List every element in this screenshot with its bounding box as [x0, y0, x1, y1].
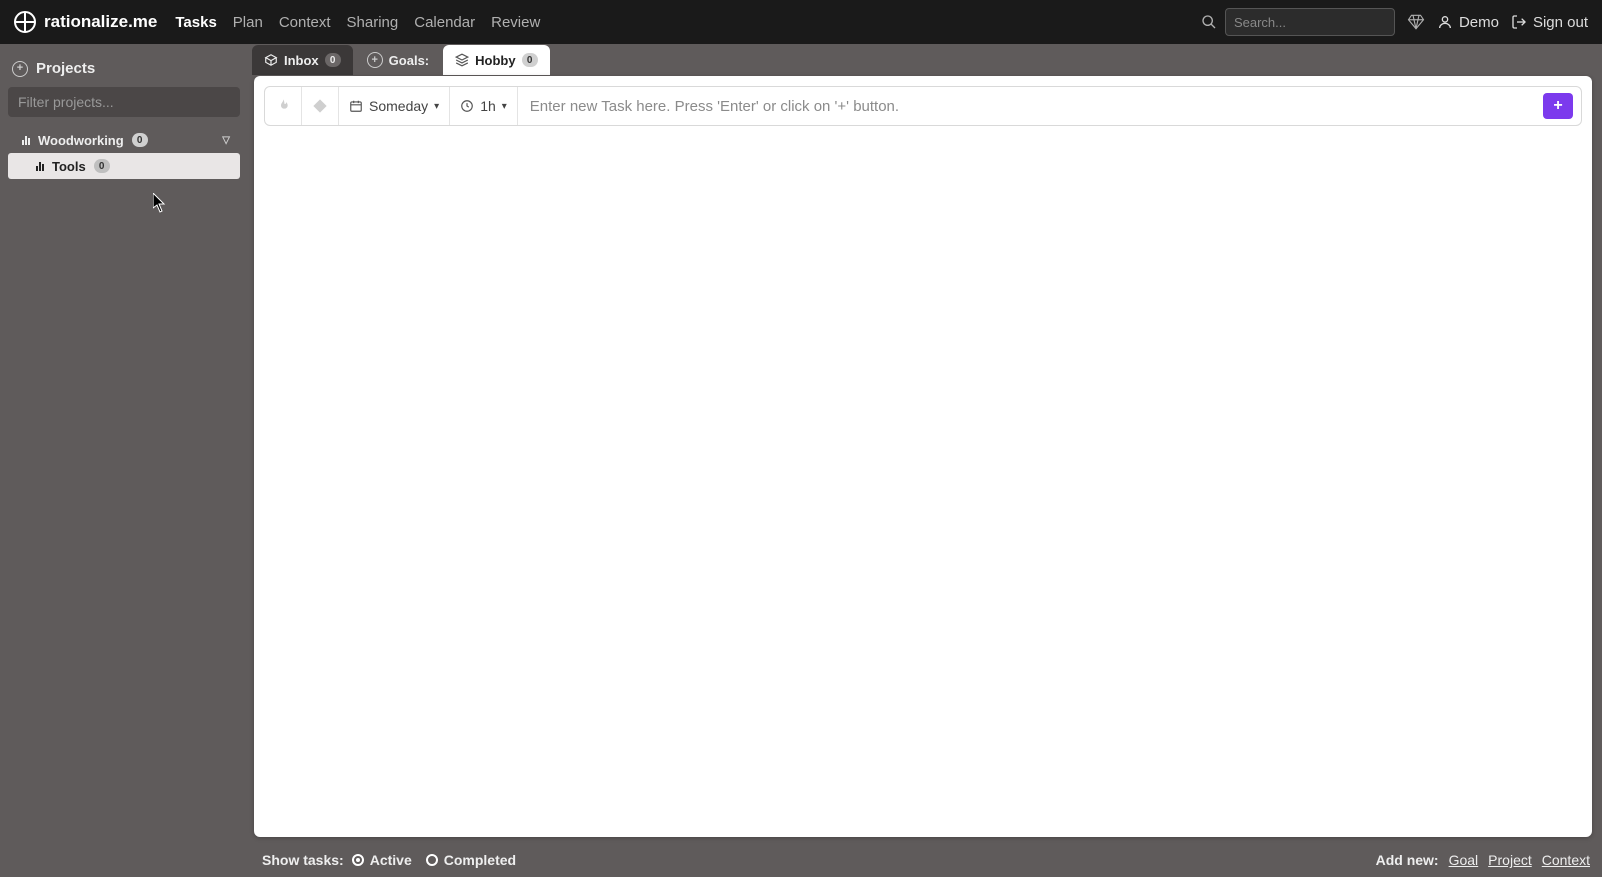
show-active-label: Active [370, 852, 412, 868]
date-label: Someday [369, 98, 428, 114]
tab-hobby-label: Hobby [475, 53, 515, 68]
clock-icon [460, 99, 474, 113]
diamond-icon[interactable] [1407, 13, 1425, 31]
box-icon [264, 53, 278, 67]
chevron-down-icon[interactable]: ▽ [222, 135, 230, 146]
nav-sharing[interactable]: Sharing [347, 14, 399, 31]
tab-hobby[interactable]: Hobby 0 [443, 45, 549, 75]
filter-projects-input[interactable] [8, 87, 240, 117]
tab-hobby-count: 0 [522, 53, 538, 67]
search-input[interactable] [1225, 8, 1395, 36]
top-nav: rationalize.me Tasks Plan Context Sharin… [0, 0, 1602, 44]
nav-review[interactable]: Review [491, 14, 540, 31]
signout-label: Sign out [1533, 14, 1588, 31]
projects-title: Projects [36, 60, 95, 77]
footer: Show tasks: Active Completed Add new: Go… [0, 843, 1602, 877]
project-name: Tools [52, 159, 86, 174]
goals-label: Goals: [389, 53, 429, 68]
nav-items: Tasks Plan Context Sharing Calendar Revi… [175, 14, 540, 31]
project-count-badge: 0 [132, 133, 148, 147]
task-list-area [254, 136, 1592, 837]
user-menu[interactable]: Demo [1437, 14, 1499, 31]
task-card: Someday ▾ 1h ▾ + [254, 76, 1592, 837]
project-woodworking[interactable]: Woodworking 0 ▽ [8, 127, 240, 153]
project-tools[interactable]: Tools 0 [8, 153, 240, 179]
plus-icon: + [1553, 97, 1562, 115]
layers-icon [455, 53, 469, 67]
brand-logo[interactable]: rationalize.me [14, 11, 157, 33]
addnew-context-link[interactable]: Context [1542, 852, 1590, 868]
new-task-row: Someday ▾ 1h ▾ + [264, 86, 1582, 126]
search-icon[interactable] [1201, 14, 1217, 30]
radio-checked-icon [352, 854, 364, 866]
signout-icon [1511, 14, 1527, 30]
fire-icon [275, 97, 291, 115]
content: Inbox 0 + Goals: Hobby 0 [248, 44, 1602, 843]
nav-plan[interactable]: Plan [233, 14, 263, 31]
show-tasks-group: Active Completed [352, 852, 516, 868]
caret-down-icon: ▾ [502, 101, 507, 112]
goals-label-group: + Goals: [357, 52, 439, 68]
main-row: + Projects Woodworking 0 ▽ Tools 0 Inbox… [0, 44, 1602, 843]
addnew-project-link[interactable]: Project [1488, 852, 1532, 868]
show-tasks-label: Show tasks: [262, 852, 344, 868]
add-task-button[interactable]: + [1543, 93, 1573, 119]
add-project-icon[interactable]: + [12, 61, 28, 77]
search-box [1201, 8, 1395, 36]
nav-right: Demo Sign out [1201, 8, 1588, 36]
project-icon [22, 135, 30, 145]
priority-diamond-button[interactable] [302, 87, 339, 125]
project-name: Woodworking [38, 133, 124, 148]
brand-text: rationalize.me [44, 12, 157, 32]
tab-inbox-label: Inbox [284, 53, 319, 68]
globe-icon [14, 11, 36, 33]
show-completed-radio[interactable]: Completed [426, 852, 516, 868]
project-icon [36, 161, 44, 171]
user-icon [1437, 14, 1453, 30]
radio-unchecked-icon [426, 854, 438, 866]
tab-inbox-count: 0 [325, 53, 341, 67]
diamond-solid-icon [312, 98, 328, 114]
addnew-label: Add new: [1376, 852, 1439, 868]
caret-down-icon: ▾ [434, 101, 439, 112]
show-completed-label: Completed [444, 852, 516, 868]
signout-button[interactable]: Sign out [1511, 14, 1588, 31]
projects-header: + Projects [12, 60, 236, 77]
nav-context[interactable]: Context [279, 14, 331, 31]
add-goal-icon[interactable]: + [367, 52, 383, 68]
nav-calendar[interactable]: Calendar [414, 14, 475, 31]
project-count-badge: 0 [94, 159, 110, 173]
footer-right: Add new: Goal Project Context [1376, 852, 1590, 868]
sidebar: + Projects Woodworking 0 ▽ Tools 0 [0, 44, 248, 843]
duration-label: 1h [480, 98, 496, 114]
date-picker-button[interactable]: Someday ▾ [339, 87, 450, 125]
tabs-bar: Inbox 0 + Goals: Hobby 0 [248, 44, 1602, 76]
tab-inbox[interactable]: Inbox 0 [252, 45, 353, 75]
addnew-goal-link[interactable]: Goal [1449, 852, 1479, 868]
user-name: Demo [1459, 14, 1499, 31]
new-task-input[interactable] [518, 87, 1535, 125]
nav-tasks[interactable]: Tasks [175, 14, 216, 31]
duration-picker-button[interactable]: 1h ▾ [450, 87, 518, 125]
show-active-radio[interactable]: Active [352, 852, 412, 868]
priority-fire-button[interactable] [265, 87, 302, 125]
calendar-icon [349, 99, 363, 113]
